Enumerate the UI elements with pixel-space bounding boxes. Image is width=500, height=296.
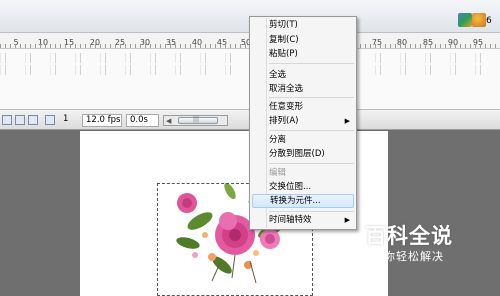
menu-item-label: 分离 (269, 135, 287, 145)
scroll-thumb[interactable]: ||| (178, 116, 218, 124)
menu-separator (269, 211, 354, 212)
menu-separator (269, 63, 354, 64)
menu-item-edit: 编辑 (252, 166, 354, 180)
menu-item-convert-to-symbol[interactable]: 转换为元件... (252, 194, 354, 208)
menu-item-label: 全选 (269, 70, 287, 80)
onion-skin-icon[interactable] (15, 115, 25, 125)
menu-item-label: 排列(A) (269, 116, 299, 126)
menu-item-swap-bitmap[interactable]: 交换位图... (252, 180, 354, 194)
menu-item-label: 粘贴(P) (269, 49, 298, 59)
edit-symbol-icon[interactable] (472, 13, 486, 27)
menu-separator (269, 97, 354, 98)
menu-item-arrange[interactable]: 排列(A) ▶ (252, 114, 354, 128)
zoom-level[interactable]: 6 (486, 16, 492, 26)
edit-scene-icon[interactable] (458, 13, 472, 27)
watermark: 百科全说 助你轻松解决 (355, 216, 475, 268)
menu-separator (269, 130, 354, 131)
menu-item-label: 任意变形 (269, 102, 304, 112)
elapsed-time: 0.0s (126, 114, 159, 127)
menu-item-distribute-to-layers[interactable]: 分散到图层(D) (252, 147, 354, 161)
edit-multiple-frames-icon[interactable] (45, 115, 55, 125)
menu-item-label: 时间轴特效 (269, 215, 312, 225)
menu-item-select-all[interactable]: 全选 (252, 68, 354, 82)
menu-item-timeline-effects[interactable]: 时间轴特效 ▶ (252, 213, 354, 227)
menu-item-label: 取消全选 (269, 84, 304, 94)
frame-rate[interactable]: 12.0 fps (82, 114, 122, 127)
scroll-left-icon[interactable]: ◀ (166, 117, 171, 125)
onion-outline-icon[interactable] (28, 115, 38, 125)
menu-item-free-transform[interactable]: 任意变形 (252, 100, 354, 114)
menu-item-label: 转换为元件... (270, 196, 321, 206)
menu-item-deselect-all[interactable]: 取消全选 (252, 82, 354, 96)
menu-item-cut[interactable]: 剪切(T) (252, 18, 354, 32)
submenu-arrow-icon: ▶ (344, 216, 350, 224)
menu-item-label: 复制(C) (269, 35, 299, 45)
menu-item-label: 分散到图层(D) (269, 149, 325, 159)
context-menu: 剪切(T) 复制(C) 粘贴(P) 全选 取消全选 任意变形 排列(A) ▶ 分离… (249, 16, 357, 230)
thumb-grip: ||| (193, 116, 200, 123)
submenu-arrow-icon: ▶ (344, 117, 350, 125)
watermark-subtitle: 助你轻松解决 (372, 250, 444, 263)
menu-item-copy[interactable]: 复制(C) (252, 33, 354, 47)
current-frame: 1 (63, 114, 69, 124)
watermark-title: 百科全说 (365, 224, 453, 248)
menu-item-label: 交换位图... (269, 182, 312, 192)
menu-item-paste[interactable]: 粘贴(P) (252, 47, 354, 61)
center-frame-icon[interactable] (2, 115, 12, 125)
timeline-scrollbar[interactable]: ◀ ||| (163, 115, 228, 126)
menu-item-label: 编辑 (269, 168, 287, 178)
menu-item-label: 剪切(T) (269, 20, 298, 30)
menu-separator (269, 163, 354, 164)
menu-item-break-apart[interactable]: 分离 (252, 133, 354, 147)
